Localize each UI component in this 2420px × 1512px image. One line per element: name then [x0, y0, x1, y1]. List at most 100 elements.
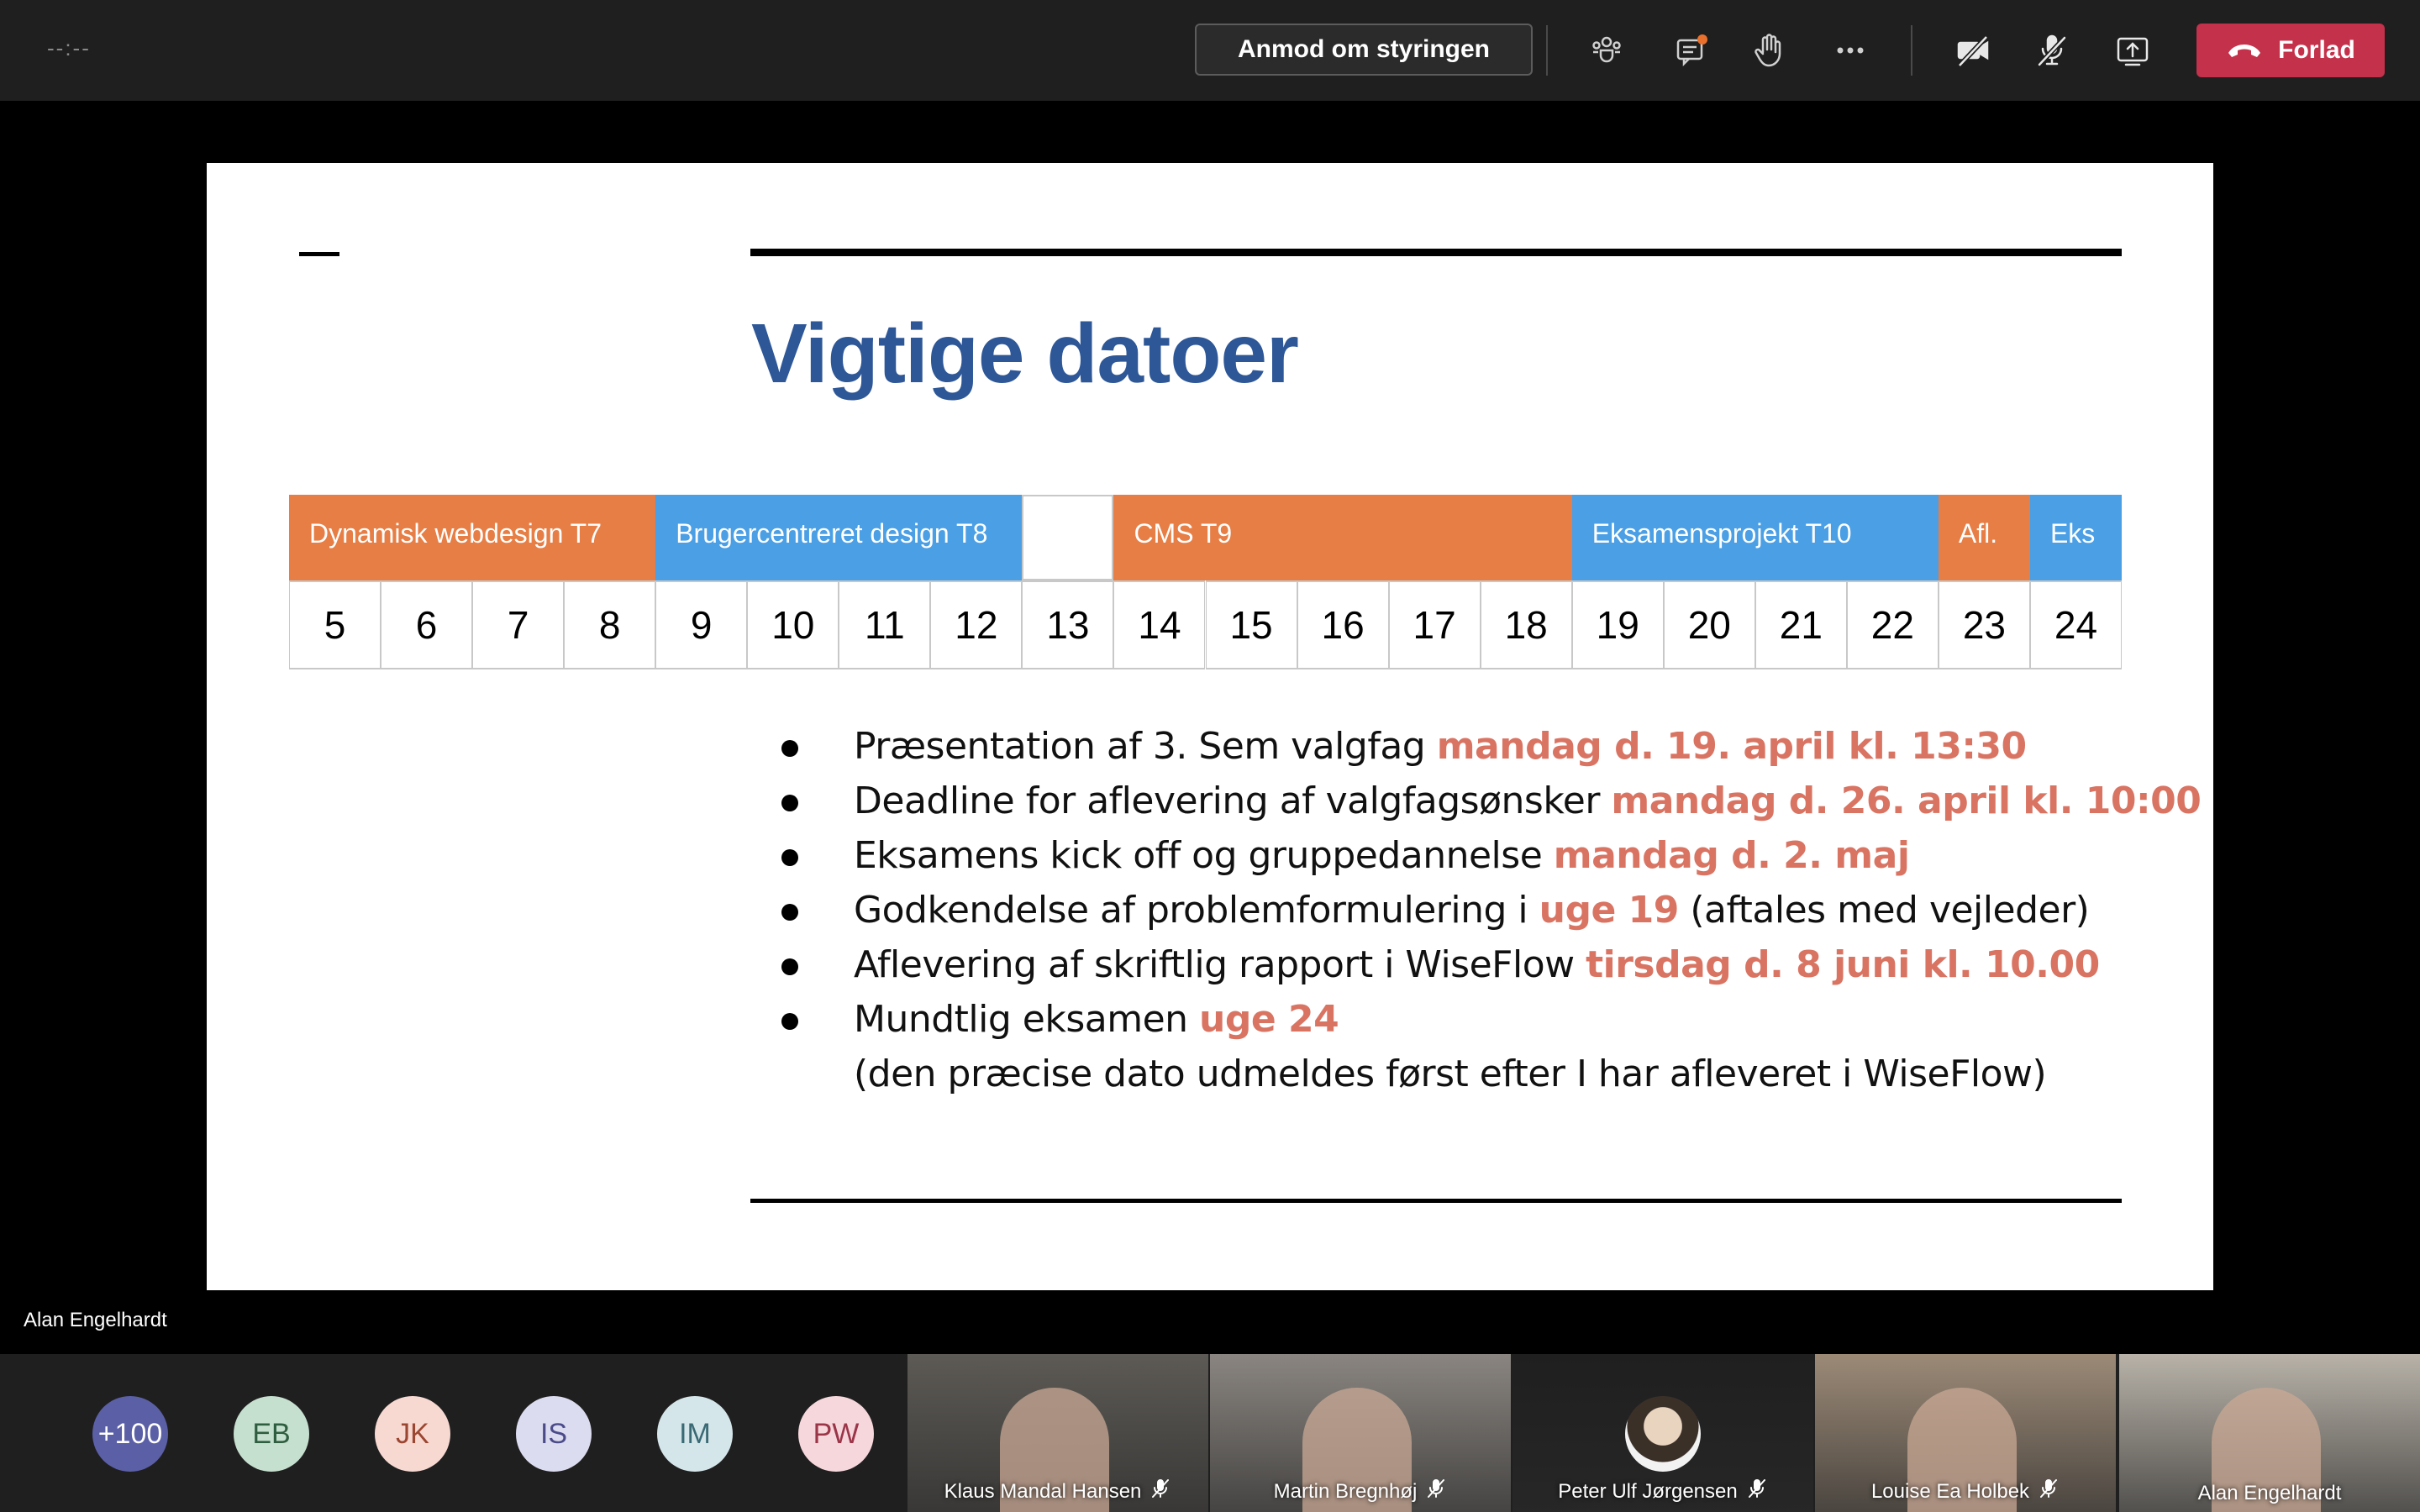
participant-name: Martin Bregnhøj: [1273, 1479, 1418, 1503]
week-cell: 15: [1205, 580, 1297, 669]
week-cell: 18: [1480, 580, 1572, 669]
date-bullet: Godkendelse af problemformulering i uge …: [781, 883, 2168, 937]
week-cell: 12: [930, 580, 1023, 669]
more-icon[interactable]: [1825, 25, 1876, 76]
camera-off-icon[interactable]: [1948, 25, 1998, 76]
week-cell: 24: [2029, 580, 2122, 669]
slide-title: Vigtige datoer: [751, 307, 1299, 401]
date-note: (den præcise dato udmeldes først efter I…: [854, 1053, 2047, 1095]
participant-gallery: +100 EB JK IS IM PW Klaus Mandal Hansen Martin …: [0, 1354, 2420, 1512]
phase-block: Afl.: [1938, 495, 2030, 580]
toolbar-divider: [1911, 25, 1912, 76]
semester-timeline: Dynamisk webdesign T7 Brugercentreret des…: [289, 495, 2122, 669]
raise-hand-icon[interactable]: [1743, 25, 1793, 76]
participant-name: Peter Ulf Jørgensen: [1558, 1479, 1738, 1503]
week-cell: 10: [747, 580, 839, 669]
bullet-dot: [781, 958, 798, 975]
week-cell: 17: [1388, 580, 1481, 669]
important-dates-list: Præsentation af 3. Sem valgfag mandag d.…: [781, 719, 2202, 1101]
week-cell: 14: [1113, 580, 1206, 669]
bullet-text: Mundtlig eksamen uge 24: [854, 992, 1339, 1047]
phase-block: Dynamisk webdesign T7: [289, 495, 656, 580]
participant-name-row: Klaus Mandal Hansen: [908, 1478, 1208, 1505]
week-cell: 6: [381, 580, 473, 669]
week-cell: 9: [655, 580, 748, 669]
participant-name-row: Peter Ulf Jørgensen: [1512, 1478, 1813, 1505]
mic-off-icon: [1150, 1478, 1171, 1505]
participant-name-row: Martin Bregnhøj: [1210, 1478, 1511, 1505]
participant-name: Klaus Mandal Hansen: [944, 1479, 1142, 1503]
active-speaker-name: Alan Engelhardt: [24, 1309, 167, 1331]
week-cell: 21: [1754, 580, 1847, 669]
week-cell: 23: [1938, 580, 2030, 669]
phase-block: [1022, 495, 1114, 580]
participant-avatar[interactable]: PW: [798, 1396, 874, 1472]
participant-video-tile[interactable]: Louise Ea Holbek: [1815, 1354, 2116, 1512]
date-bullet: Deadline for aflevering af valgfagsønske…: [781, 774, 2202, 828]
date-bullet: Mundtlig eksamen uge 24: [781, 992, 2168, 1047]
phase-block: Eksamensprojekt T10: [1571, 495, 1939, 580]
bullet-date-highlight: mandag d. 2. maj: [1553, 834, 1910, 877]
chat-icon[interactable]: [1665, 25, 1716, 76]
slide-top-rule: [750, 249, 2122, 256]
participant-avatar[interactable]: EB: [234, 1396, 309, 1472]
date-note-line: (den præcise dato udmeldes først efter I…: [781, 1047, 2168, 1101]
meeting-toolbar: --:-- Anmod om styringen Forlad: [0, 0, 2420, 101]
participant-avatar[interactable]: JK: [375, 1396, 450, 1472]
bullet-date-highlight: mandag d. 26. april kl. 10:00: [1611, 780, 2202, 822]
leave-label: Forlad: [2278, 36, 2355, 64]
week-row: 5 6 7 8 9 10 11 12 13 14 15 16 17 18 19 20 21 22 23 24: [289, 580, 2122, 669]
participants-icon[interactable]: [1581, 25, 1632, 76]
request-control-button[interactable]: Anmod om styringen: [1195, 24, 1533, 76]
week-cell: 20: [1663, 580, 1755, 669]
bullet-date-highlight: mandag d. 19. april kl. 13:30: [1436, 725, 2027, 768]
participant-photo: [1625, 1396, 1701, 1472]
bullet-description: Eksamens kick off og gruppedannelse: [854, 834, 1554, 877]
phase-block: Brugercentreret design T8: [655, 495, 1023, 580]
toolbar-divider: [1546, 25, 1548, 76]
bullet-dot: [781, 740, 798, 757]
bullet-description: Mundtlig eksamen: [854, 998, 1200, 1041]
leave-button[interactable]: Forlad: [2196, 24, 2385, 77]
bullet-description: Præsentation af 3. Sem valgfag: [854, 725, 1437, 768]
participant-video-tile[interactable]: Martin Bregnhøj: [1210, 1354, 1511, 1512]
participant-video-tile[interactable]: Peter Ulf Jørgensen: [1512, 1354, 1813, 1512]
week-cell: 16: [1297, 580, 1389, 669]
participant-video-tile[interactable]: Alan Engelhardt: [2119, 1354, 2420, 1512]
bullet-date-highlight: uge 19: [1539, 889, 1680, 932]
bullet-date-highlight: tirsdag d. 8 juni kl. 10.00: [1586, 943, 2100, 986]
date-bullet: Præsentation af 3. Sem valgfag mandag d.…: [781, 719, 2168, 774]
participant-name: Louise Ea Holbek: [1870, 1479, 2030, 1503]
participant-name-row: Alan Engelhardt: [2119, 1482, 2420, 1505]
week-cell: 13: [1022, 580, 1114, 669]
bullet-text: Aflevering af skriftlig rapport i WiseFl…: [854, 937, 2100, 992]
mic-off-icon: [2038, 1478, 2060, 1505]
bullet-text: Præsentation af 3. Sem valgfag mandag d.…: [854, 719, 2027, 774]
bullet-text: Eksamens kick off og gruppedannelse mand…: [854, 828, 1910, 883]
week-cell: 19: [1571, 580, 1664, 669]
bullet-text: Godkendelse af problemformulering i uge …: [854, 883, 2090, 937]
participant-avatar[interactable]: IS: [516, 1396, 592, 1472]
phone-hangup-icon: [2228, 45, 2261, 57]
slide-bottom-rule: [750, 1199, 2122, 1203]
bullet-dot: [781, 904, 798, 921]
bullet-description: Godkendelse af problemformulering i: [854, 889, 1539, 932]
bullet-dot: [781, 849, 798, 866]
participant-avatar[interactable]: IM: [657, 1396, 733, 1472]
bullet-text: Deadline for aflevering af valgfagsønske…: [854, 774, 2202, 828]
mic-off-icon: [1746, 1478, 1768, 1505]
week-cell: 11: [839, 580, 931, 669]
bullet-suffix: (aftales med vejleder): [1678, 889, 2090, 932]
share-screen-icon[interactable]: [2107, 25, 2158, 76]
bullet-dot: [781, 795, 798, 811]
participant-video-tile[interactable]: Klaus Mandal Hansen: [908, 1354, 1208, 1512]
bullet-description: Aflevering af skriftlig rapport i WiseFl…: [854, 943, 1586, 986]
date-bullet: Eksamens kick off og gruppedannelse mand…: [781, 828, 2168, 883]
bullet-description: Deadline for aflevering af valgfagsønske…: [854, 780, 1612, 822]
mic-off-icon[interactable]: [2027, 25, 2077, 76]
participant-avatar[interactable]: +100: [92, 1396, 168, 1472]
phase-block: CMS T9: [1113, 495, 1572, 580]
bullet-date-highlight: uge 24: [1199, 998, 1339, 1041]
week-cell: 8: [564, 580, 656, 669]
mic-off-icon: [1425, 1478, 1447, 1505]
